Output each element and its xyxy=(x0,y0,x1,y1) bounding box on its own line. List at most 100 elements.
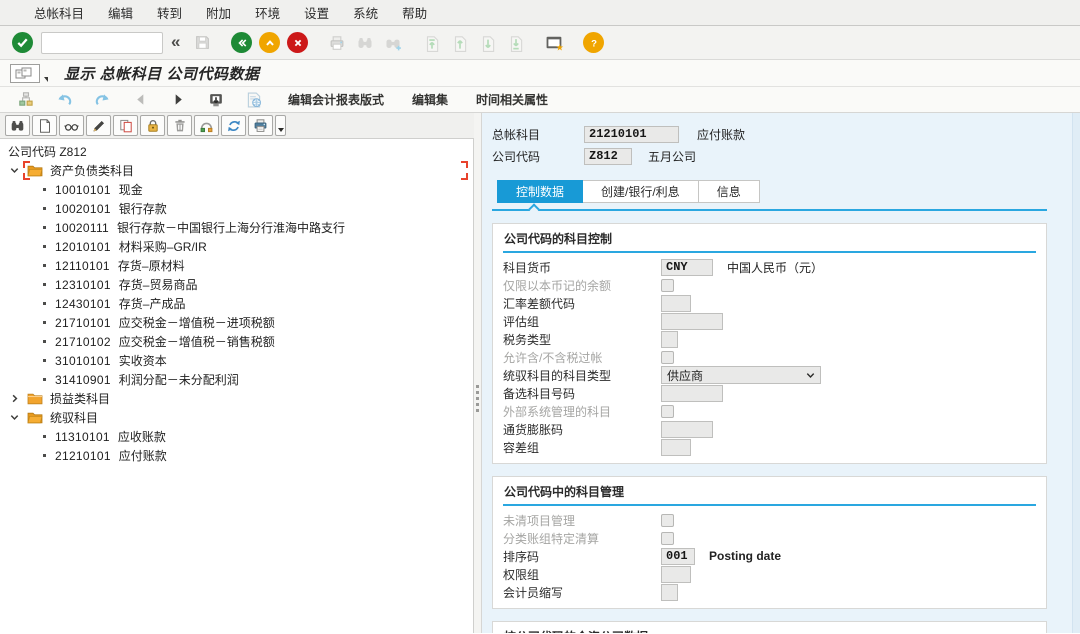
app-toolbar-button-2[interactable]: 编辑集 xyxy=(404,91,456,108)
tree-account-row[interactable]: 10020111银行存款－中国银行上海分行淮海中路支行 xyxy=(0,218,473,237)
display-document-button[interactable] xyxy=(242,89,266,111)
bullet-icon xyxy=(43,188,46,191)
gl-account-field[interactable]: 21210101 xyxy=(584,126,679,143)
tree-account-row[interactable]: 10010101现金 xyxy=(0,180,473,199)
chevron-down-icon[interactable] xyxy=(8,411,21,424)
field-label: 排序码 xyxy=(503,548,661,565)
tree-account-row[interactable]: 21710102应交税金－增值税－销售税额 xyxy=(0,332,473,351)
menu-item-6[interactable]: 设置 xyxy=(292,3,341,22)
help-button[interactable]: ? xyxy=(581,30,606,55)
input-field[interactable] xyxy=(661,439,691,456)
form-row: 备选科目号码 xyxy=(503,384,1036,402)
input-field[interactable] xyxy=(661,385,723,402)
account-code: 21210101 xyxy=(55,449,111,463)
tree-account-row[interactable]: 31410901利润分配－未分配利润 xyxy=(0,370,473,389)
gui-services-icon[interactable] xyxy=(10,64,40,83)
create-button[interactable] xyxy=(32,115,57,136)
tree-account-row[interactable]: 31010101实收资本 xyxy=(0,351,473,370)
command-field[interactable] xyxy=(41,32,163,54)
menu-item-3[interactable]: 转到 xyxy=(145,3,194,22)
folder-icon xyxy=(27,411,43,424)
chevron-down-icon[interactable] xyxy=(8,164,21,177)
field-label: 外部系统管理的科目 xyxy=(503,403,661,420)
new-session-button[interactable]: ★ xyxy=(542,30,567,55)
input-field[interactable] xyxy=(661,331,678,348)
tree-account-row[interactable]: 12430101存货–产成品 xyxy=(0,294,473,313)
tree-account-row[interactable]: 21710101应交税金－增值税－进项税额 xyxy=(0,313,473,332)
print-button[interactable] xyxy=(248,115,273,136)
vertical-scrollbar[interactable] xyxy=(1072,113,1080,633)
menu-item-4[interactable]: 附加 xyxy=(194,3,243,22)
print-button-dropdown[interactable] xyxy=(275,115,286,136)
account-name: 银行存款 xyxy=(119,200,167,217)
tab-2[interactable]: 创建/银行/利息 xyxy=(583,180,699,203)
collapse-toolbar-icon[interactable]: « xyxy=(171,32,180,52)
panel-splitter[interactable] xyxy=(474,113,482,633)
input-field[interactable] xyxy=(661,584,678,601)
print-form-button[interactable] xyxy=(204,89,228,111)
field-label: 未清项目管理 xyxy=(503,512,661,529)
menu-item-5[interactable]: 环境 xyxy=(243,3,292,22)
bullet-icon xyxy=(43,245,46,248)
services-for-object-button[interactable] xyxy=(14,89,38,111)
menu-item-1[interactable]: 总帐科目 xyxy=(22,3,96,22)
input-field[interactable] xyxy=(661,313,723,330)
bullet-icon xyxy=(43,454,46,457)
group-box-2: 公司代码中的科目管理未清项目管理分类账组特定清算排序码001Posting da… xyxy=(492,476,1047,609)
tree-folder-row[interactable]: 统驭科目 xyxy=(0,408,473,427)
account-name: 现金 xyxy=(119,181,143,198)
tree-account-row[interactable]: 12110101存货–原材料 xyxy=(0,256,473,275)
tree-account-row[interactable]: 10020101银行存款 xyxy=(0,199,473,218)
tree-account-row[interactable]: 11310101应收账款 xyxy=(0,427,473,446)
account-code: 12010101 xyxy=(55,240,111,254)
exit-button[interactable] xyxy=(257,30,282,55)
change-button[interactable] xyxy=(86,115,111,136)
field-suffix-text: Posting date xyxy=(709,549,781,563)
save-button xyxy=(190,30,215,55)
next-item-button[interactable] xyxy=(166,89,190,111)
tree-account-row[interactable]: 12310101存货–贸易商品 xyxy=(0,275,473,294)
app-toolbar-button-1[interactable]: 编辑会计报表版式 xyxy=(280,91,392,108)
input-field[interactable]: CNY xyxy=(661,259,713,276)
previous-item-button xyxy=(128,89,152,111)
app-toolbar-button-3[interactable]: 时间相关属性 xyxy=(468,91,556,108)
lock-button[interactable] xyxy=(140,115,165,136)
cancel-button[interactable] xyxy=(285,30,310,55)
input-field[interactable] xyxy=(661,566,691,583)
tree-toolbar xyxy=(0,113,474,139)
input-field[interactable] xyxy=(661,295,691,312)
form-row: 通货膨胀码 xyxy=(503,420,1036,438)
tab-1[interactable]: 控制数据 xyxy=(497,180,583,203)
refresh-button[interactable] xyxy=(221,115,246,136)
field-label: 统驭科目的科目类型 xyxy=(503,367,661,384)
redo-button[interactable] xyxy=(90,89,114,111)
field-label: 科目货币 xyxy=(503,259,661,276)
input-field[interactable] xyxy=(661,421,713,438)
tab-strip: 控制数据创建/银行/利息信息 xyxy=(497,180,1080,203)
back-button[interactable] xyxy=(229,30,254,55)
tree-account-row[interactable]: 21210101应付账款 xyxy=(0,446,473,465)
menu-item-2[interactable]: 编辑 xyxy=(96,3,145,22)
display-button[interactable] xyxy=(59,115,84,136)
block-button[interactable] xyxy=(194,115,219,136)
form-row: 外部系统管理的科目 xyxy=(503,402,1036,420)
undo-button[interactable] xyxy=(52,89,76,111)
find-button[interactable] xyxy=(5,115,30,136)
tree-folder-row[interactable]: 损益类科目 xyxy=(0,389,473,408)
company-code-label: 公司代码 xyxy=(492,148,584,165)
bullet-icon xyxy=(43,359,46,362)
menu-item-7[interactable]: 系统 xyxy=(341,3,390,22)
input-field[interactable]: 001 xyxy=(661,548,695,565)
tab-3[interactable]: 信息 xyxy=(699,180,760,203)
delete-button[interactable] xyxy=(167,115,192,136)
company-code-field[interactable]: Z812 xyxy=(584,148,632,165)
gl-account-description: 应付账款 xyxy=(697,126,745,143)
menu-item-8[interactable]: 帮助 xyxy=(390,3,439,22)
account-name: 应收账款 xyxy=(118,428,166,445)
tree-account-row[interactable]: 12010101材料采购–GR/IR xyxy=(0,237,473,256)
dropdown-field[interactable]: 供应商 xyxy=(661,366,821,384)
copy-button[interactable] xyxy=(113,115,138,136)
enter-button[interactable] xyxy=(12,32,33,53)
chevron-right-icon[interactable] xyxy=(8,392,21,405)
tree-folder-row[interactable]: 资产负债类科目 xyxy=(0,161,473,180)
